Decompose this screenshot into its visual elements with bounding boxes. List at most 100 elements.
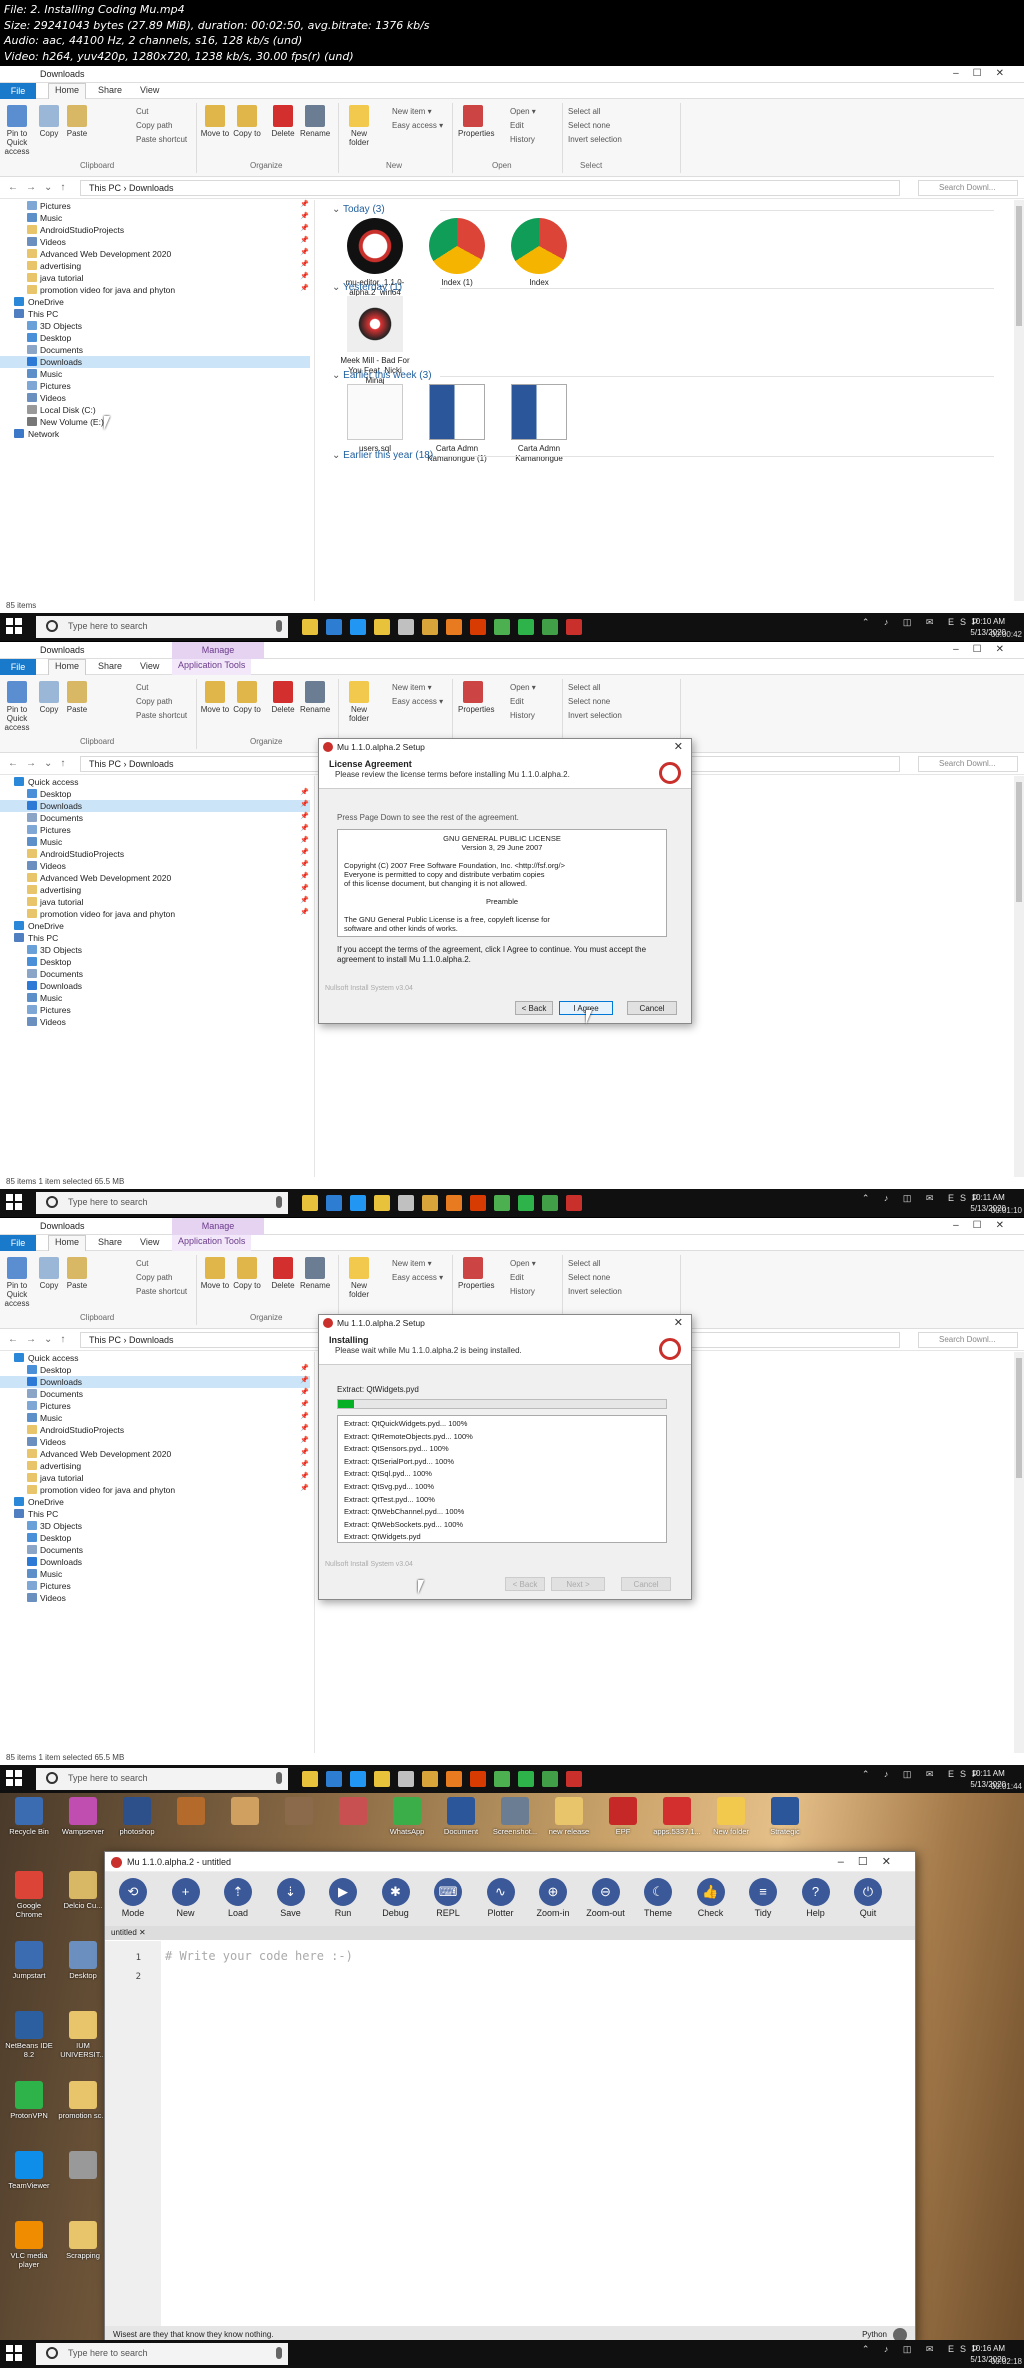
- system-tray[interactable]: ⌃ ♪ ◫ ✉ ESP: [862, 2344, 984, 2355]
- tab-view[interactable]: View: [140, 85, 159, 95]
- tab-home[interactable]: Home: [48, 1235, 87, 1251]
- sidebar-item[interactable]: promotion video for java and phyton: [0, 1484, 310, 1496]
- sidebar-item[interactable]: Pictures: [0, 1400, 310, 1412]
- sidebar-item[interactable]: This PC: [0, 308, 310, 320]
- taskbar-app-icon[interactable]: [566, 619, 582, 635]
- taskbar-app-icon[interactable]: [518, 619, 534, 635]
- new-folder-button[interactable]: New folder: [344, 1257, 374, 1299]
- taskbar-search[interactable]: Type here to search: [36, 2343, 288, 2365]
- copy-path-button[interactable]: Copy path: [136, 1273, 172, 1282]
- windows-start-icon[interactable]: [6, 2345, 22, 2361]
- desktop-icon[interactable]: photoshop: [112, 1797, 162, 1836]
- desktop-icon[interactable]: [274, 1797, 324, 1827]
- window-controls[interactable]: –☐✕: [953, 1220, 1018, 1231]
- microphone-icon[interactable]: [276, 1196, 282, 1208]
- search-input[interactable]: Search Downl...: [918, 756, 1018, 772]
- desktop-icon[interactable]: [166, 1797, 216, 1827]
- sidebar-item[interactable]: java tutorial: [0, 1472, 310, 1484]
- desktop-icon[interactable]: new release: [544, 1797, 594, 1836]
- taskbar-app-icon[interactable]: [470, 1771, 486, 1787]
- move-to-button[interactable]: Move to: [200, 105, 230, 138]
- run-button[interactable]: ▶ Run: [323, 1878, 363, 1918]
- taskbar-app-icon[interactable]: [446, 1195, 462, 1211]
- taskbar-app-icon[interactable]: [422, 619, 438, 635]
- manage-tab[interactable]: Manage: [172, 1218, 264, 1235]
- sidebar-item[interactable]: Music: [0, 992, 310, 1004]
- file-item[interactable]: users.sql: [340, 384, 410, 454]
- tab-share[interactable]: Share: [98, 661, 122, 671]
- taskbar-app-icon[interactable]: [494, 1195, 510, 1211]
- sidebar-item[interactable]: Desktop: [0, 1364, 310, 1376]
- new-folder-button[interactable]: New folder: [344, 105, 374, 147]
- paste-button[interactable]: Paste: [62, 105, 92, 138]
- tab-view[interactable]: View: [140, 661, 159, 671]
- delete-button[interactable]: Delete: [268, 681, 298, 714]
- sidebar-item[interactable]: Pictures: [0, 1580, 310, 1592]
- history-button[interactable]: History: [510, 711, 535, 720]
- taskbar-app-icon[interactable]: [374, 1195, 390, 1211]
- history-button[interactable]: History: [510, 135, 535, 144]
- taskbar-app-icon[interactable]: [398, 1195, 414, 1211]
- sidebar-item[interactable]: This PC: [0, 1508, 310, 1520]
- rename-button[interactable]: Rename: [300, 105, 330, 138]
- sidebar-item[interactable]: 3D Objects: [0, 1520, 310, 1532]
- desktop-icon[interactable]: Recycle Bin: [4, 1797, 54, 1836]
- sidebar-item[interactable]: Pictures: [0, 380, 310, 392]
- windows-start-icon[interactable]: [6, 618, 22, 634]
- windows-start-icon[interactable]: [6, 1770, 22, 1786]
- sidebar-item[interactable]: promotion video for java and phyton: [0, 284, 310, 296]
- easy-access-button[interactable]: Easy access ▾: [392, 697, 443, 706]
- new-item-button[interactable]: New item ▾: [392, 683, 432, 692]
- sidebar-item[interactable]: advertising: [0, 1460, 310, 1472]
- tidy-button[interactable]: ≡ Tidy: [743, 1878, 783, 1918]
- tab-application-tools[interactable]: Application Tools: [172, 659, 252, 675]
- new-button[interactable]: + New: [166, 1878, 206, 1918]
- history-button[interactable]: History: [510, 1287, 535, 1296]
- debug-button[interactable]: ✱ Debug: [376, 1878, 416, 1918]
- theme-button[interactable]: ☾ Theme: [638, 1878, 678, 1918]
- taskbar-search[interactable]: Type here to search: [36, 616, 288, 638]
- rename-button[interactable]: Rename: [300, 1257, 330, 1290]
- sidebar-item[interactable]: Music: [0, 836, 310, 848]
- easy-access-button[interactable]: Easy access ▾: [392, 1273, 443, 1282]
- cut-button[interactable]: Cut: [136, 107, 148, 116]
- tab-view[interactable]: View: [140, 1237, 159, 1247]
- taskbar-app-icon[interactable]: [326, 1195, 342, 1211]
- sidebar-item[interactable]: Videos: [0, 392, 310, 404]
- scrollbar[interactable]: [1014, 776, 1024, 1177]
- sidebar-item[interactable]: Pictures: [0, 824, 310, 836]
- scrollbar-thumb[interactable]: [1016, 1358, 1022, 1478]
- delete-button[interactable]: Delete: [268, 105, 298, 138]
- manage-tab[interactable]: Manage: [172, 642, 264, 659]
- window-controls[interactable]: –☐✕: [953, 644, 1018, 655]
- taskbar-app-icon[interactable]: [302, 1771, 318, 1787]
- cancel-button[interactable]: Cancel: [621, 1577, 671, 1591]
- copy-to-button[interactable]: Copy to: [232, 681, 262, 714]
- scrollbar[interactable]: [1014, 1352, 1024, 1753]
- sidebar-item[interactable]: promotion video for java and phyton: [0, 908, 310, 920]
- tab-home[interactable]: Home: [48, 659, 87, 675]
- taskbar-app-icon[interactable]: [422, 1195, 438, 1211]
- sidebar-item[interactable]: AndroidStudioProjects: [0, 224, 310, 236]
- taskbar-app-icon[interactable]: [350, 1195, 366, 1211]
- sidebar-item[interactable]: Desktop: [0, 788, 310, 800]
- desktop-icon[interactable]: Desktop: [58, 1941, 108, 1980]
- copy-button[interactable]: Copy: [34, 681, 64, 714]
- pin-button[interactable]: Pin to Quick access: [2, 1257, 32, 1308]
- properties-button[interactable]: Properties: [458, 681, 494, 714]
- desktop-icon[interactable]: TeamViewer: [4, 2151, 54, 2190]
- microphone-icon[interactable]: [276, 620, 282, 632]
- properties-button[interactable]: Properties: [458, 105, 494, 138]
- sidebar-item[interactable]: OneDrive: [0, 296, 310, 308]
- paste-shortcut-button[interactable]: Paste shortcut: [136, 135, 187, 144]
- select-none-button[interactable]: Select none: [568, 121, 610, 130]
- taskbar-app-icon[interactable]: [350, 619, 366, 635]
- sidebar-item[interactable]: New Volume (E:): [0, 416, 310, 428]
- tab-untitled[interactable]: untitled ✕: [105, 1926, 915, 1940]
- edit-button[interactable]: Edit: [510, 121, 524, 130]
- rename-button[interactable]: Rename: [300, 681, 330, 714]
- tab-share[interactable]: Share: [98, 1237, 122, 1247]
- copy-button[interactable]: Copy: [34, 105, 64, 138]
- repl-button[interactable]: ⌨ REPL: [428, 1878, 468, 1918]
- taskbar-app-icon[interactable]: [446, 1771, 462, 1787]
